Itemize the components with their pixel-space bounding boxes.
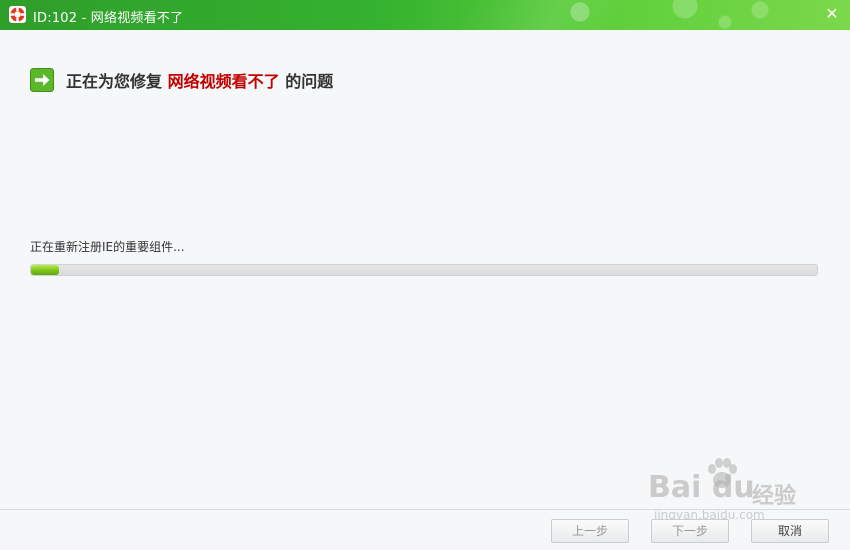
title-bar: ID:102 - 网络视频看不了 ✕ (0, 0, 850, 30)
watermark-logo: Bai du (648, 470, 755, 505)
cancel-button[interactable]: 取消 (751, 519, 829, 543)
prev-button[interactable]: 上一步 (551, 519, 629, 543)
progress-status: 正在重新注册IE的重要组件... (30, 240, 185, 254)
heading-text: 正在为您修复 网络视频看不了 的问题 (66, 68, 333, 92)
footer-divider (0, 509, 850, 510)
watermark-sub: 经验 (752, 484, 797, 509)
lifebuoy-icon (9, 6, 26, 23)
title-bar-decoration (430, 0, 850, 30)
window-title: ID:102 - 网络视频看不了 (33, 11, 184, 26)
progress-fill (31, 265, 59, 275)
progress-bar (30, 264, 818, 276)
heading-suffix: 的问题 (285, 72, 334, 91)
green-arrow-icon (30, 68, 54, 92)
next-button[interactable]: 下一步 (651, 519, 729, 543)
heading-prefix: 正在为您修复 (66, 72, 163, 91)
close-button[interactable]: ✕ (822, 4, 842, 24)
problem-name: 网络视频看不了 (167, 72, 280, 91)
